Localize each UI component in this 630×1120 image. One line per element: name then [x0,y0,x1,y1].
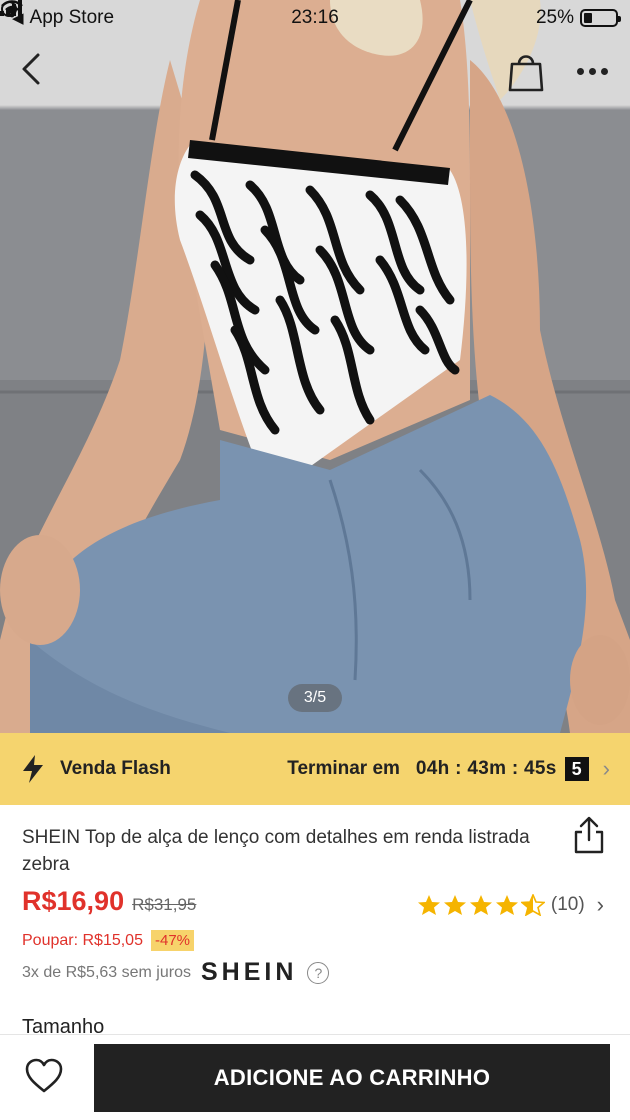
share-button[interactable] [572,816,606,854]
more-dot-icon [588,67,596,75]
star-full-icon [417,895,440,915]
bottom-action-bar: ADICIONE AO CARRINHO [0,1034,630,1120]
flash-countdown: 04h : 43m : 45s [415,758,557,779]
orientation-lock-icon [1,1,17,17]
share-icon [574,816,604,854]
add-to-cart-button[interactable]: ADICIONE AO CARRINHO [94,1044,610,1112]
discount-badge: -47% [150,930,195,951]
installments-row: 3x de R$5,63 sem juros SHEIN ? [22,958,330,987]
savings-text: Poupar: R$15,05 [22,931,143,949]
chevron-left-icon [22,53,40,85]
star-full-icon [443,895,466,915]
rating-summary[interactable]: (10) › [417,892,604,918]
chevron-right-icon: › [602,756,610,781]
product-image[interactable]: ◀ App Store 23:16 25% 3/5 [0,0,630,733]
shopping-bag-icon [508,55,544,92]
status-back-app[interactable]: ◀ App Store [0,0,115,29]
original-price: R$31,95 [132,895,197,914]
cart-button[interactable] [506,50,546,92]
product-photo [0,0,630,733]
flash-sale-label: Venda Flash [60,758,171,779]
back-button[interactable] [20,52,56,92]
heart-icon [25,1058,63,1093]
status-bar: ◀ App Store 23:16 25% [0,0,630,36]
lightning-icon [23,755,43,783]
product-title: SHEIN Top de alça de lenço com detalhes … [22,827,530,875]
back-app-label: App Store [29,7,115,28]
chevron-right-icon: › [596,892,604,917]
brand-logo[interactable]: SHEIN [201,958,297,987]
battery-icon [580,9,621,27]
savings-row: Poupar: R$15,05 -47% [22,930,195,951]
installments-text: 3x de R$5,63 sem juros [22,963,191,981]
star-full-icon [469,895,492,915]
star-full-icon [495,895,518,915]
sale-price: R$16,90 [22,886,125,916]
image-pager: 3/5 [288,684,342,712]
rating-count: (10) [550,894,585,915]
flash-ends-label: Terminar em [287,758,400,779]
price-row: R$16,90 R$31,95 [22,886,196,917]
star-half-icon [520,894,545,916]
flash-count-badge: 5 [564,757,589,781]
help-icon[interactable]: ? [307,961,330,984]
battery-percent: 25% [535,7,574,28]
more-dot-icon [576,67,584,75]
wishlist-button[interactable] [24,1057,64,1097]
more-options-button[interactable] [570,58,614,84]
flash-sale-bar[interactable]: Venda Flash Terminar em 04h : 43m : 45s … [0,733,630,805]
more-dot-icon [600,67,608,75]
